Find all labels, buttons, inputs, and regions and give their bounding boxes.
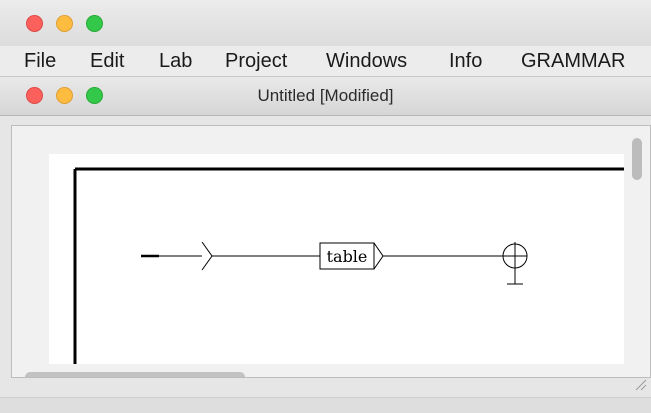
document-titlebar[interactable]: Untitled [Modified] — [0, 77, 651, 116]
graph-canvas[interactable]: table — [49, 154, 624, 364]
resize-grip-icon[interactable] — [633, 377, 647, 391]
horizontal-scrollbar-thumb[interactable] — [25, 372, 245, 377]
menu-file[interactable]: File — [24, 48, 56, 74]
menubar: File Edit Lab Project Windows Info GRAMM… — [0, 46, 651, 77]
document-title: Untitled [Modified] — [257, 86, 394, 105]
final-state-icon[interactable] — [502, 242, 528, 285]
menu-edit[interactable]: Edit — [90, 48, 124, 74]
menu-grammar[interactable]: GRAMMAR — [521, 48, 625, 74]
graph-svg: table — [73, 167, 624, 364]
app-titlebar — [0, 0, 651, 46]
close-button[interactable] — [26, 15, 43, 32]
graph-scrollpane[interactable]: table — [11, 125, 651, 378]
document-content: table — [0, 116, 651, 413]
vertical-scrollbar-thumb[interactable] — [632, 138, 642, 180]
menu-project[interactable]: Project — [225, 48, 287, 74]
menu-info[interactable]: Info — [449, 48, 482, 74]
zoom-button[interactable] — [86, 15, 103, 32]
graph-box-label: table — [327, 247, 368, 266]
menu-lab[interactable]: Lab — [159, 48, 192, 74]
initial-state-arrow-icon[interactable] — [141, 241, 213, 271]
status-bar — [0, 397, 651, 413]
graph-box-table[interactable]: table — [319, 242, 384, 270]
menu-windows[interactable]: Windows — [326, 48, 407, 74]
minimize-button[interactable] — [56, 15, 73, 32]
